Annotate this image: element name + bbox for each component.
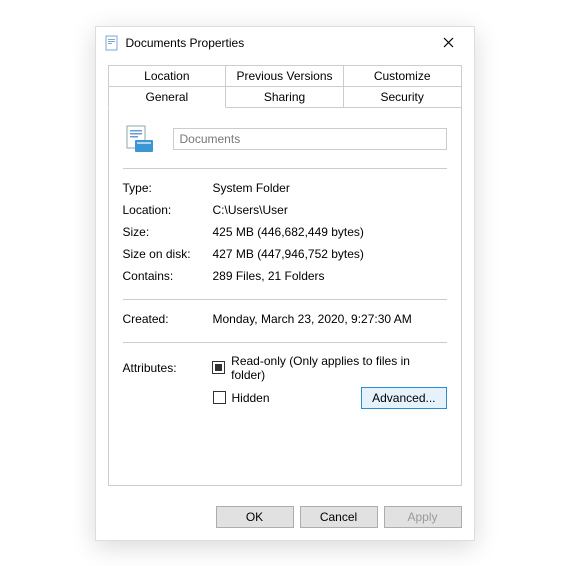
titlebar: Documents Properties [96, 27, 474, 59]
dialog-content: Location Previous Versions Customize Gen… [96, 59, 474, 496]
label-location: Location: [123, 203, 213, 217]
value-created: Monday, March 23, 2020, 9:27:30 AM [213, 312, 447, 326]
tab-location[interactable]: Location [108, 65, 227, 87]
tab-previous-versions[interactable]: Previous Versions [225, 65, 344, 87]
cancel-button[interactable]: Cancel [300, 506, 378, 528]
separator [123, 168, 447, 169]
advanced-button[interactable]: Advanced... [361, 387, 446, 409]
separator [123, 299, 447, 300]
tab-general[interactable]: General [108, 86, 227, 108]
value-contains: 289 Files, 21 Folders [213, 269, 447, 283]
dialog-footer: OK Cancel Apply [96, 496, 474, 540]
window-title: Documents Properties [126, 36, 434, 50]
hidden-checkbox[interactable] [213, 391, 226, 404]
tab-customize[interactable]: Customize [343, 65, 462, 87]
tab-security[interactable]: Security [343, 86, 462, 108]
label-size: Size: [123, 225, 213, 239]
label-attributes: Attributes: [123, 361, 213, 375]
separator [123, 342, 447, 343]
readonly-checkbox[interactable] [212, 361, 225, 374]
label-created: Created: [123, 312, 213, 326]
folder-name-input[interactable] [173, 128, 447, 150]
label-type: Type: [123, 181, 213, 195]
apply-button[interactable]: Apply [384, 506, 462, 528]
ok-button[interactable]: OK [216, 506, 294, 528]
value-type: System Folder [213, 181, 447, 195]
close-button[interactable] [434, 32, 464, 54]
readonly-label: Read-only (Only applies to files in fold… [231, 354, 446, 382]
tab-panel-general: Type:System Folder Location:C:\Users\Use… [108, 108, 462, 486]
label-size-on-disk: Size on disk: [123, 247, 213, 261]
value-location: C:\Users\User [213, 203, 447, 217]
properties-dialog: Documents Properties Location Previous V… [95, 26, 475, 541]
value-size: 425 MB (446,682,449 bytes) [213, 225, 447, 239]
folder-document-icon [123, 122, 157, 156]
hidden-label: Hidden [232, 391, 270, 405]
tab-strip: Location Previous Versions Customize Gen… [108, 65, 462, 108]
document-icon [104, 35, 120, 51]
tab-sharing[interactable]: Sharing [225, 86, 344, 108]
close-icon [443, 37, 454, 48]
label-contains: Contains: [123, 269, 213, 283]
value-size-on-disk: 427 MB (447,946,752 bytes) [213, 247, 447, 261]
